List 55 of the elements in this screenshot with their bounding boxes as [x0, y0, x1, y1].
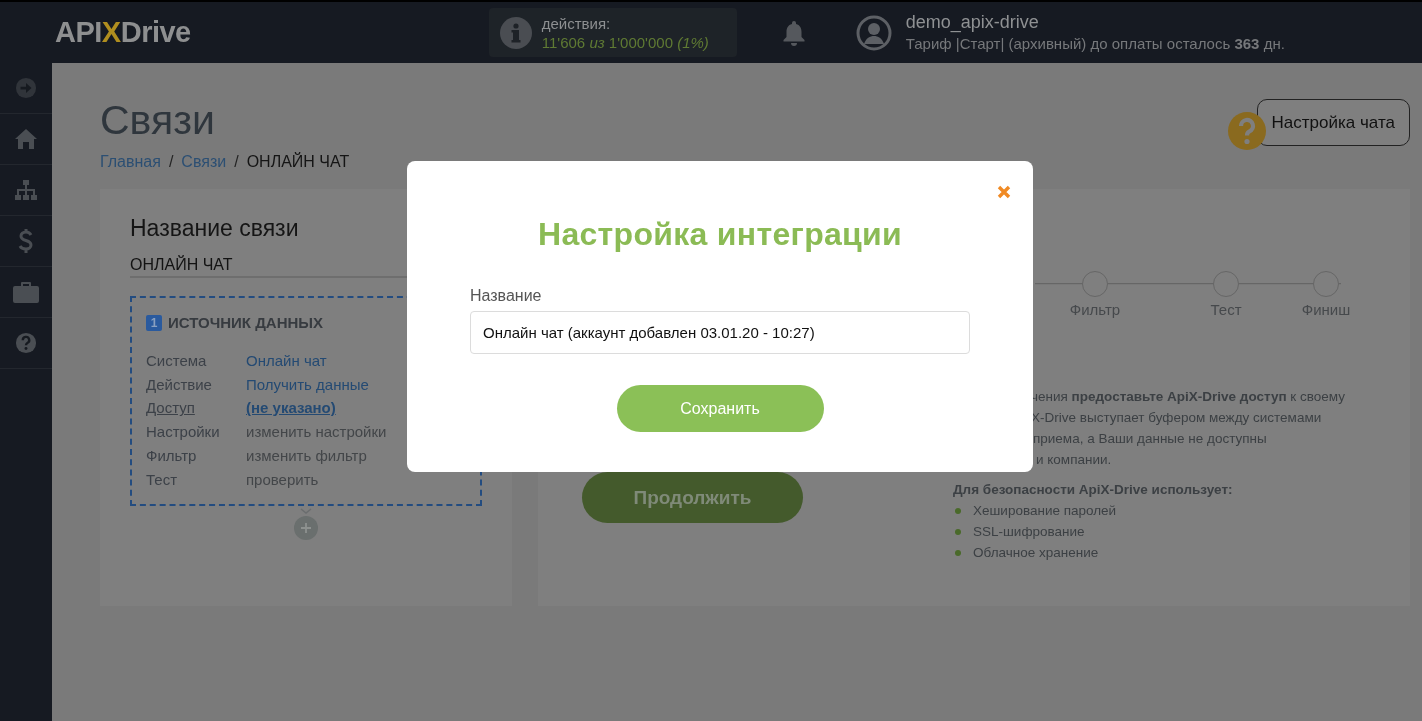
- continue-button[interactable]: Продолжить: [582, 472, 803, 523]
- breadcrumb-link[interactable]: Связи: [181, 153, 227, 171]
- info-icon: [499, 16, 532, 49]
- modal-title: Настройка интеграции: [538, 216, 902, 253]
- question-icon[interactable]: [1226, 111, 1267, 151]
- row-label: Настройки: [146, 422, 221, 442]
- user-name[interactable]: demo_apix-drive: [905, 11, 1285, 33]
- row-value-link[interactable]: проверить: [246, 469, 466, 490]
- breadcrumb-current: ОНЛАЙН ЧАТ: [246, 153, 350, 171]
- help-icon[interactable]: [15, 332, 37, 354]
- info-text-line: приема, а Ваши данные не доступны: [1032, 430, 1268, 448]
- step-label: Фильтр: [1069, 301, 1121, 318]
- add-icon[interactable]: [294, 516, 318, 540]
- bullet-icon: [955, 549, 961, 556]
- info-text-line: X-Drive выступает буфером между системами: [1031, 409, 1323, 427]
- name-input[interactable]: Онлайн чат (аккаунт добавлен 03.01.20 - 10:27): [470, 311, 970, 354]
- bell-icon[interactable]: [781, 19, 806, 46]
- security-title: Для безопасности ApiX-Drive использует:: [953, 481, 1234, 499]
- actions-label: действия:: [541, 13, 612, 33]
- close-icon[interactable]: [997, 185, 1011, 199]
- breadcrumb-separator: /: [168, 153, 174, 171]
- step-number: 1: [146, 314, 162, 331]
- step-label: Финиш: [1301, 301, 1351, 318]
- logo[interactable]: APIXDrive: [55, 16, 191, 49]
- breadcrumb-link[interactable]: Главная: [100, 153, 161, 171]
- save-button[interactable]: Сохранить: [616, 385, 824, 432]
- row-label: Тест: [146, 469, 179, 490]
- dollar-icon[interactable]: [18, 228, 34, 254]
- actions-count: 11'606 из 1'000'000 (1%): [541, 32, 709, 52]
- bullet-icon: [955, 528, 961, 535]
- security-item: SSL-шифрование: [973, 523, 1085, 541]
- tariff-info: Тариф |Старт| (архивный) до оплаты осталось 363 дн.: [905, 33, 1285, 54]
- step-label: Тест: [1210, 301, 1242, 318]
- page-title: Связи: [100, 96, 216, 145]
- hierarchy-icon[interactable]: [14, 179, 38, 201]
- bullet-icon: [955, 507, 961, 514]
- field-label: Название: [470, 287, 543, 305]
- security-item: Хеширование паролей: [973, 502, 1117, 520]
- avatar-icon[interactable]: [855, 14, 892, 51]
- breadcrumb-separator: /: [234, 153, 239, 171]
- briefcase-icon[interactable]: [13, 281, 39, 303]
- source-title: ИСТОЧНИК ДАННЫХ: [168, 314, 324, 331]
- row-label: Доступ: [146, 398, 196, 419]
- step-circle: [1313, 271, 1339, 297]
- home-icon[interactable]: [14, 128, 38, 150]
- chat-settings-button[interactable]: Настройка чата: [1256, 99, 1410, 146]
- security-item: Облачное хранение: [973, 544, 1099, 562]
- info-text-line: чения предоставьте ApiX-Drive доступ к своему: [1031, 388, 1345, 406]
- row-label: Действие: [146, 374, 213, 395]
- step-circle: [1082, 271, 1108, 297]
- row-label: Фильтр: [146, 445, 198, 466]
- step-circle: [1213, 271, 1239, 297]
- card-heading: Название связи: [130, 215, 300, 242]
- row-label: Система: [146, 351, 208, 371]
- info-text-line: и компании.: [1035, 451, 1113, 469]
